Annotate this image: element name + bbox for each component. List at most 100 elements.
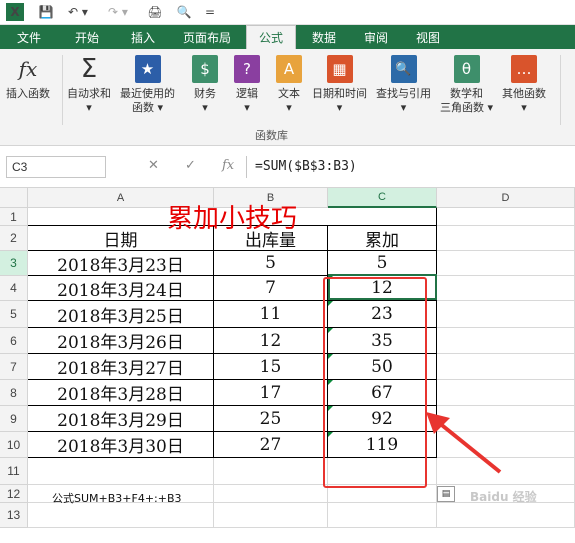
table-header-cell[interactable]: 出库量: [214, 226, 328, 251]
tab-insert[interactable]: 插入: [118, 25, 168, 49]
table-cell[interactable]: 2018年3月24日: [28, 276, 214, 301]
table-cell[interactable]: 25: [214, 406, 328, 432]
row-header-3[interactable]: 3: [0, 251, 28, 276]
row-header-4[interactable]: 4: [0, 276, 28, 301]
row-header-10[interactable]: 10: [0, 432, 28, 458]
cell[interactable]: [437, 226, 575, 251]
function-library-label: 函数库: [255, 129, 288, 142]
text-a-icon: A: [276, 55, 302, 83]
separator: [62, 55, 63, 125]
row-header-12[interactable]: 12: [0, 485, 28, 503]
name-box[interactable]: C3: [6, 156, 106, 178]
lookup-reference-button[interactable]: 🔍 查找与引用 ▾: [376, 55, 431, 115]
column-header-d[interactable]: D: [437, 188, 575, 208]
table-cell[interactable]: 2018年3月25日: [28, 301, 214, 328]
theta-icon: θ: [453, 55, 480, 83]
tab-file[interactable]: 文件: [0, 25, 58, 49]
row-header-5[interactable]: 5: [0, 301, 28, 328]
highlight-box: [323, 277, 427, 488]
table-cell[interactable]: 2018年3月29日: [28, 406, 214, 432]
separator: [560, 55, 561, 125]
redo-icon[interactable]: ↷ ▾: [104, 3, 132, 21]
table-cell[interactable]: 7: [214, 276, 328, 301]
table-header-cell[interactable]: 日期: [28, 226, 214, 251]
paste-options-icon[interactable]: ▤: [437, 486, 455, 502]
tab-formulas[interactable]: 公式: [246, 25, 296, 49]
recently-used-button[interactable]: ★ 最近使用的 函数 ▾: [120, 55, 175, 115]
row-header-1[interactable]: 1: [0, 208, 28, 226]
insert-function-button[interactable]: fx 插入函数: [6, 55, 50, 101]
autosum-button[interactable]: Σ 自动求和 ▾: [67, 54, 111, 115]
tab-data[interactable]: 数据: [302, 25, 346, 49]
calendar-icon: ▦: [326, 55, 353, 83]
sigma-icon: Σ: [80, 54, 98, 84]
row-header-6[interactable]: 6: [0, 328, 28, 354]
sheet-title[interactable]: 累加小技巧: [28, 204, 437, 234]
print-preview-icon[interactable]: 🔍: [174, 3, 194, 21]
undo-icon[interactable]: ↶ ▾: [64, 3, 92, 21]
cell[interactable]: [328, 503, 437, 528]
button-label: 日期和时间 ▾: [312, 87, 367, 114]
save-icon[interactable]: 💾: [38, 3, 54, 21]
row-header-7[interactable]: 7: [0, 354, 28, 380]
row-header-9[interactable]: 9: [0, 406, 28, 432]
row-header-2[interactable]: 2: [0, 226, 28, 251]
more-functions-button[interactable]: … 其他函数 ▾: [502, 55, 546, 115]
formula-bar: C3 ✕ ✓ fx =SUM($B$3:B3): [0, 146, 575, 188]
cell[interactable]: [437, 380, 575, 406]
math-trig-button[interactable]: θ 数学和 三角函数 ▾: [440, 55, 493, 115]
question-icon: ?: [234, 55, 260, 83]
tab-page-layout[interactable]: 页面布局: [174, 25, 240, 49]
row-header-13[interactable]: 13: [0, 503, 28, 528]
excel-logo-icon: X: [6, 3, 24, 21]
cell[interactable]: [437, 328, 575, 354]
table-cell[interactable]: 2018年3月27日: [28, 354, 214, 380]
button-label: 其他函数 ▾: [502, 87, 546, 114]
cell[interactable]: [437, 354, 575, 380]
text-button[interactable]: A 文本 ▾: [276, 55, 302, 115]
row-header-8[interactable]: 8: [0, 380, 28, 406]
financial-button[interactable]: $ 财务 ▾: [192, 55, 218, 115]
cell[interactable]: [214, 503, 328, 528]
button-label: 自动求和 ▾: [67, 87, 111, 114]
customize-toolbar-icon[interactable]: =: [204, 3, 216, 21]
column-header-c[interactable]: C: [328, 188, 437, 208]
table-cell[interactable]: 2018年3月23日: [28, 251, 214, 276]
enter-icon[interactable]: ✓: [185, 158, 196, 173]
table-cell[interactable]: 5: [214, 251, 328, 276]
row-header-11[interactable]: 11: [0, 458, 28, 485]
cell[interactable]: [437, 208, 575, 226]
table-cell[interactable]: 17: [214, 380, 328, 406]
tab-view[interactable]: 视图: [406, 25, 450, 49]
cell[interactable]: [437, 301, 575, 328]
logical-button[interactable]: ? 逻辑 ▾: [234, 55, 260, 115]
cell[interactable]: [437, 251, 575, 276]
tab-home[interactable]: 开始: [62, 25, 112, 49]
print-icon[interactable]: 🖨: [146, 3, 164, 21]
coins-icon: $: [192, 55, 218, 83]
table-cell[interactable]: 5: [328, 251, 437, 276]
magnifier-icon: 🔍: [390, 55, 417, 83]
cell[interactable]: [28, 458, 214, 485]
formula-input[interactable]: =SUM($B$3:B3): [246, 156, 572, 178]
date-time-button[interactable]: ▦ 日期和时间 ▾: [312, 55, 367, 115]
cell[interactable]: [437, 276, 575, 301]
table-cell[interactable]: 2018年3月30日: [28, 432, 214, 458]
select-all-corner[interactable]: [0, 188, 28, 208]
cell[interactable]: [214, 458, 328, 485]
table-header-cell[interactable]: 累加: [328, 226, 437, 251]
star-icon: ★: [134, 55, 161, 83]
table-cell[interactable]: 2018年3月28日: [28, 380, 214, 406]
button-label: 插入函数: [6, 87, 50, 100]
cancel-icon[interactable]: ✕: [148, 158, 159, 173]
table-cell[interactable]: 2018年3月26日: [28, 328, 214, 354]
cell[interactable]: [437, 503, 575, 528]
insert-function-icon[interactable]: fx: [222, 158, 234, 173]
tab-review[interactable]: 审阅: [354, 25, 398, 49]
table-cell[interactable]: 15: [214, 354, 328, 380]
table-cell[interactable]: 11: [214, 301, 328, 328]
table-cell[interactable]: 27: [214, 432, 328, 458]
table-cell[interactable]: 12: [214, 328, 328, 354]
cell[interactable]: [214, 485, 328, 503]
cell[interactable]: [28, 503, 214, 528]
